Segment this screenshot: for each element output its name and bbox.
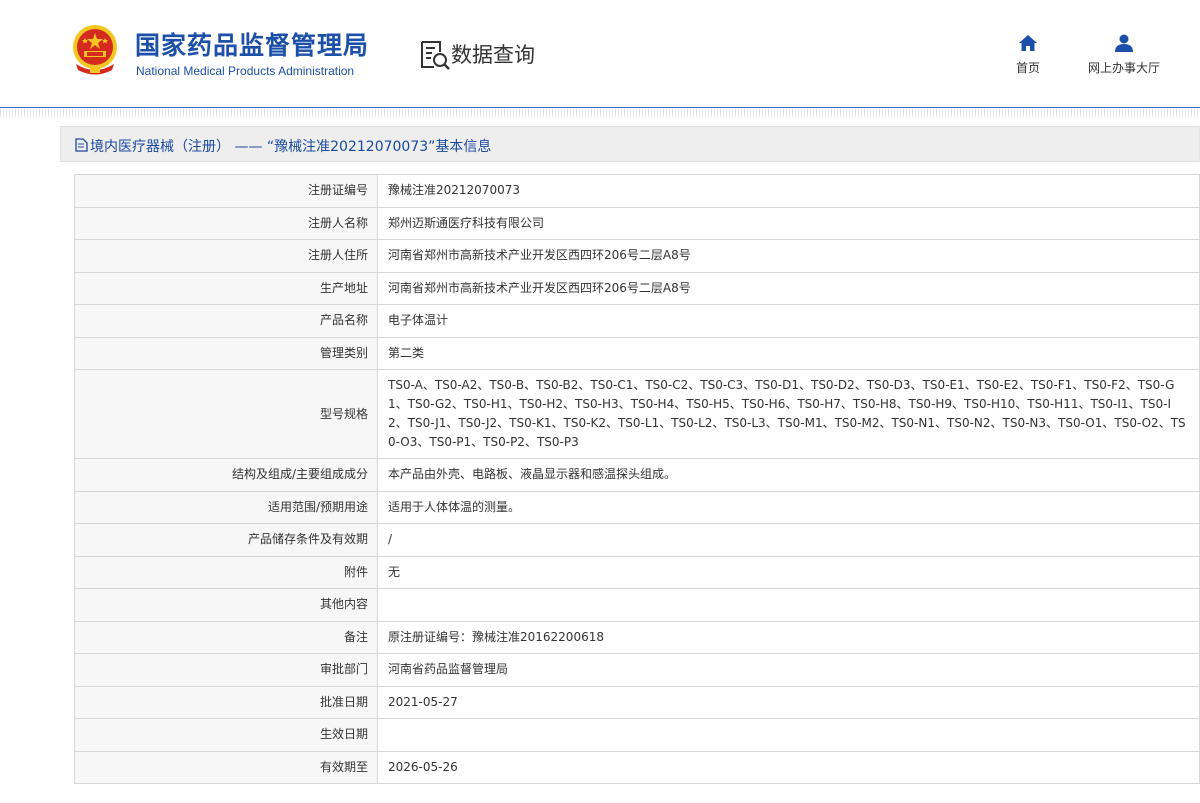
field-value: 2026-05-26 bbox=[377, 750, 1200, 784]
nav-home-label: 首页 bbox=[1015, 61, 1040, 75]
field-label: 结构及组成/主要组成成分 bbox=[74, 458, 378, 492]
field-value: 郑州迈斯通医疗科技有限公司 bbox=[377, 206, 1200, 240]
field-label: 产品名称 bbox=[74, 304, 378, 338]
field-label: 有效期至 bbox=[74, 750, 378, 784]
record-title: 境内医疗器械（注册） —— “豫械注准20212070073”基本信息 bbox=[90, 139, 492, 155]
record-info-table: 注册证编号 豫械注准20212070073 注册人名称 郑州迈斯通医疗科技有限公司 注册… bbox=[74, 174, 1200, 784]
field-value: 本产品由外壳、电路板、液晶显示器和感温探头组成。 bbox=[377, 458, 1200, 492]
table-row: 产品储存条件及有效期 / bbox=[74, 523, 1200, 557]
table-row: 备注 原注册证编号：豫械注准20162200618 bbox=[74, 620, 1200, 654]
field-label: 注册人住所 bbox=[74, 239, 378, 273]
field-value: 2021-05-27 bbox=[377, 685, 1200, 719]
field-label: 备注 bbox=[74, 620, 378, 654]
field-label: 管理类别 bbox=[74, 336, 378, 370]
field-label: 适用范围/预期用途 bbox=[74, 490, 378, 524]
header-divider bbox=[0, 109, 1200, 117]
field-label: 生效日期 bbox=[74, 718, 378, 752]
field-value bbox=[377, 588, 1200, 622]
field-value: 无 bbox=[377, 555, 1200, 589]
table-row: 注册证编号 豫械注准20212070073 bbox=[74, 174, 1200, 208]
table-row: 注册人名称 郑州迈斯通医疗科技有限公司 bbox=[74, 206, 1200, 240]
field-label: 型号规格 bbox=[74, 369, 378, 459]
field-value: 豫械注准20212070073 bbox=[377, 174, 1200, 208]
table-row: 产品名称 电子体温计 bbox=[74, 304, 1200, 338]
table-row: 批准日期 2021-05-27 bbox=[74, 685, 1200, 719]
data-query-title: 数据查询 bbox=[451, 43, 535, 67]
home-icon bbox=[1019, 35, 1037, 51]
national-emblem-icon bbox=[73, 25, 117, 75]
nav-online-hall-button[interactable]: 网上办事大厅 bbox=[1084, 30, 1164, 80]
org-name-en: National Medical Products Administration bbox=[136, 64, 355, 78]
field-label: 注册人名称 bbox=[74, 206, 378, 240]
table-row: 生产地址 河南省郑州市高新技术产业开发区西四环206号二层A8号 bbox=[74, 271, 1200, 305]
document-icon bbox=[75, 138, 88, 152]
org-name-cn: 国家药品监督管理局 bbox=[135, 31, 370, 60]
field-label: 生产地址 bbox=[74, 271, 378, 305]
field-value: 第二类 bbox=[377, 336, 1200, 370]
table-row: 审批部门 河南省药品监督管理局 bbox=[74, 653, 1200, 687]
table-row: 生效日期 bbox=[74, 718, 1200, 752]
field-value: 适用于人体体温的测量。 bbox=[377, 490, 1200, 524]
table-row: 有效期至 2026-05-26 bbox=[74, 750, 1200, 784]
table-row: 其他内容 bbox=[74, 588, 1200, 622]
site-header: 国家药品监督管理局 National Medical Products Admi… bbox=[0, 0, 1200, 108]
user-icon bbox=[1115, 34, 1133, 52]
field-value: 原注册证编号：豫械注准20162200618 bbox=[377, 620, 1200, 654]
field-label: 其他内容 bbox=[74, 588, 378, 622]
search-document-icon bbox=[421, 41, 450, 70]
field-value bbox=[377, 718, 1200, 752]
table-row: 结构及组成/主要组成成分 本产品由外壳、电路板、液晶显示器和感温探头组成。 bbox=[74, 458, 1200, 492]
field-value: 河南省药品监督管理局 bbox=[377, 653, 1200, 687]
table-row: 适用范围/预期用途 适用于人体体温的测量。 bbox=[74, 490, 1200, 524]
table-row: 注册人住所 河南省郑州市高新技术产业开发区西四环206号二层A8号 bbox=[74, 239, 1200, 273]
table-row: 管理类别 第二类 bbox=[74, 336, 1200, 370]
record-title-bar: 境内医疗器械（注册） —— “豫械注准20212070073”基本信息 bbox=[60, 126, 1200, 162]
field-value: / bbox=[377, 523, 1200, 557]
field-value: 电子体温计 bbox=[377, 304, 1200, 338]
nav-online-hall-label: 网上办事大厅 bbox=[1087, 61, 1160, 75]
field-label: 审批部门 bbox=[74, 653, 378, 687]
field-value: 河南省郑州市高新技术产业开发区西四环206号二层A8号 bbox=[377, 271, 1200, 305]
field-label: 批准日期 bbox=[74, 685, 378, 719]
table-row: 型号规格 TS0-A、TS0-A2、TS0-B、TS0-B2、TS0-C1、TS0… bbox=[74, 369, 1200, 459]
field-label: 产品储存条件及有效期 bbox=[74, 523, 378, 557]
field-value: TS0-A、TS0-A2、TS0-B、TS0-B2、TS0-C1、TS0-C2、… bbox=[377, 369, 1200, 459]
field-label: 附件 bbox=[74, 555, 378, 589]
field-value: 河南省郑州市高新技术产业开发区西四环206号二层A8号 bbox=[377, 239, 1200, 273]
nav-home-button[interactable]: 首页 bbox=[988, 30, 1068, 80]
table-row: 附件无 bbox=[74, 555, 1200, 589]
field-label: 注册证编号 bbox=[74, 174, 378, 208]
